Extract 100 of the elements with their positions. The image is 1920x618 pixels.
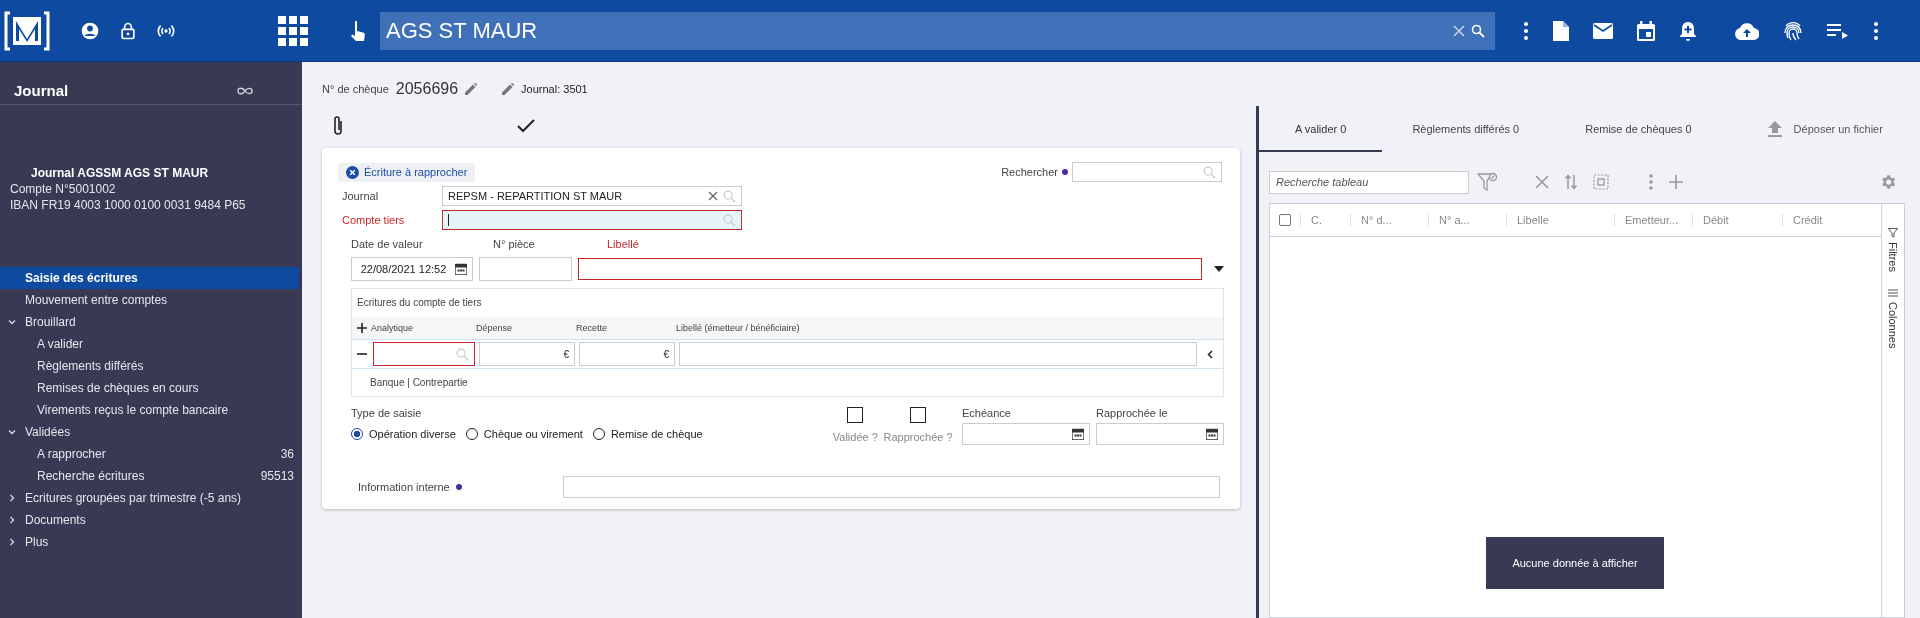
tab[interactable]: Remise de chèques 0: [1557, 106, 1720, 152]
reconciled-date-field[interactable]: [1096, 423, 1224, 445]
column-header[interactable]: N° a...: [1428, 214, 1506, 226]
playlist-icon[interactable]: [1827, 22, 1849, 39]
checkbox[interactable]: [910, 407, 926, 423]
column-header: Analytique: [371, 323, 415, 333]
tab[interactable]: Règlements différés 0: [1384, 106, 1548, 152]
due-date-field[interactable]: [962, 423, 1090, 445]
more-vertical-icon[interactable]: [1873, 20, 1879, 41]
sidebar-item[interactable]: Documents: [0, 509, 299, 531]
checkbox-label: Rapprochée ?: [883, 431, 953, 443]
chevron-icon: [8, 538, 16, 546]
mail-icon[interactable]: [1593, 22, 1613, 39]
sort-icon[interactable]: [1565, 174, 1577, 190]
paperclip-icon[interactable]: [332, 115, 344, 137]
lock-icon[interactable]: [118, 20, 138, 41]
radio-button[interactable]: [351, 428, 363, 440]
logo-icon[interactable]: [4, 10, 50, 51]
account-detail: IBAN FR19 4003 1000 0100 0031 9484 P65: [10, 197, 247, 213]
column-header: Dépense: [476, 323, 514, 333]
sidebar-item-label: Règlements différés: [37, 359, 145, 373]
radio-option[interactable]: Opération diverse: [351, 428, 456, 440]
fingerprint-icon[interactable]: [1783, 19, 1803, 42]
tab[interactable]: A valider 0: [1259, 106, 1383, 152]
clear-icon[interactable]: [708, 191, 718, 201]
label-field[interactable]: [578, 258, 1202, 280]
panel-title: Ecritures du compte de tiers: [356, 296, 483, 310]
table-search-field[interactable]: Recherche tableau: [1269, 170, 1469, 194]
sidebar-item[interactable]: A valider: [0, 333, 299, 355]
infinity-icon[interactable]: [236, 85, 254, 96]
column-header[interactable]: Emetteur...: [1614, 214, 1692, 226]
column-header[interactable]: C.: [1300, 214, 1350, 226]
info-icon[interactable]: [455, 484, 462, 490]
sidebar-item-label: Recherche écritures: [37, 469, 146, 483]
settings-icon[interactable]: [1879, 173, 1897, 191]
close-icon[interactable]: [346, 165, 359, 179]
radio-option[interactable]: Chèque ou virement: [465, 428, 583, 440]
expense-field[interactable]: €: [479, 342, 575, 366]
search-field[interactable]: AGS ST MAUR: [380, 11, 1495, 50]
panel-footer: Banque | Contrepartie: [352, 369, 1223, 392]
reconcile-chip[interactable]: Écriture à rapprocher: [338, 162, 476, 182]
sidebar-item[interactable]: Ecritures groupées par trimestre (-5 ans): [0, 487, 299, 509]
sidebar-title: Journal: [14, 82, 69, 99]
search-icon: [723, 189, 736, 203]
income-field[interactable]: €: [579, 342, 675, 366]
checkbox[interactable]: [847, 407, 864, 423]
edit-icon[interactable]: [502, 83, 515, 95]
account-detail: Compte N°5001002: [10, 181, 117, 197]
column-header[interactable]: N° d...: [1350, 214, 1428, 226]
column-header: Libellé (émetteur / bénéficiaire): [676, 323, 800, 333]
payee-field[interactable]: [679, 342, 1197, 366]
analytic-field[interactable]: [373, 342, 475, 366]
bell-plus-icon[interactable]: [1679, 20, 1697, 41]
calendar-icon[interactable]: [1072, 428, 1084, 440]
sidebar-item[interactable]: Brouillard: [0, 311, 299, 333]
chevron-left-icon[interactable]: [1207, 349, 1213, 359]
account-field[interactable]: [442, 210, 742, 230]
sidebar-item[interactable]: Règlements différés: [0, 355, 299, 377]
sidebar-item[interactable]: Remises de chèques en cours: [0, 377, 299, 399]
piece-field[interactable]: [479, 257, 572, 281]
checkbox-label: Validée ?: [832, 431, 878, 443]
sidebar-item[interactable]: A rapprocher 36: [0, 443, 299, 465]
cloud-upload-icon[interactable]: [1735, 21, 1759, 40]
calendar-icon[interactable]: [455, 263, 467, 275]
sidebar-item[interactable]: Validées: [0, 421, 299, 443]
document-icon[interactable]: [1553, 20, 1569, 41]
empty-message: Aucune donnée à afficher: [1486, 537, 1664, 589]
sidebar-item[interactable]: Plus: [0, 531, 299, 553]
chevron-icon: [8, 318, 16, 326]
add-icon[interactable]: [357, 323, 367, 333]
column-header[interactable]: Libelle: [1506, 214, 1614, 226]
field-label: Information interne: [358, 481, 450, 493]
calendar-icon[interactable]: [1206, 428, 1218, 440]
side-tab[interactable]: Colonnes: [1887, 301, 1899, 349]
journal-field[interactable]: REPSM - REPARTITION ST MAUR: [442, 186, 742, 206]
radio-option[interactable]: Remise de chèque: [592, 428, 703, 440]
field-label: Rapprochée le: [1096, 407, 1169, 419]
search-field[interactable]: [1072, 162, 1222, 182]
checkmark-icon[interactable]: [517, 119, 535, 133]
account-title: Journal AGSSM AGS ST MAUR: [30, 165, 210, 181]
select-all-checkbox[interactable]: [1279, 214, 1291, 226]
upload-file-button[interactable]: Déposer un fichier: [1767, 121, 1883, 137]
apps-grid-icon[interactable]: [278, 15, 308, 46]
sidebar-item[interactable]: Virements reçus le compte bancaire: [0, 399, 299, 421]
caret-down-icon[interactable]: [1214, 266, 1224, 272]
column-header[interactable]: Crédit: [1782, 214, 1872, 226]
internal-info-field[interactable]: [562, 476, 1220, 498]
sidebar-item[interactable]: Mouvement entre comptes: [0, 289, 299, 311]
calendar-icon[interactable]: [1637, 20, 1655, 41]
side-tab[interactable]: Filtres: [1887, 242, 1899, 272]
sidebar-item[interactable]: Recherche écritures 95513: [0, 465, 299, 487]
more-vertical-icon[interactable]: [1523, 20, 1529, 41]
date-field[interactable]: 22/08/2021 12:52: [351, 257, 473, 281]
edit-icon[interactable]: [465, 83, 478, 95]
account-icon[interactable]: [80, 20, 100, 41]
column-header[interactable]: Débit: [1692, 214, 1782, 226]
sidebar-item[interactable]: Saisie des écritures: [0, 267, 299, 289]
info-icon[interactable]: [1062, 169, 1068, 175]
search-icon[interactable]: [1471, 23, 1485, 38]
filter-icon[interactable]: [1888, 228, 1898, 238]
